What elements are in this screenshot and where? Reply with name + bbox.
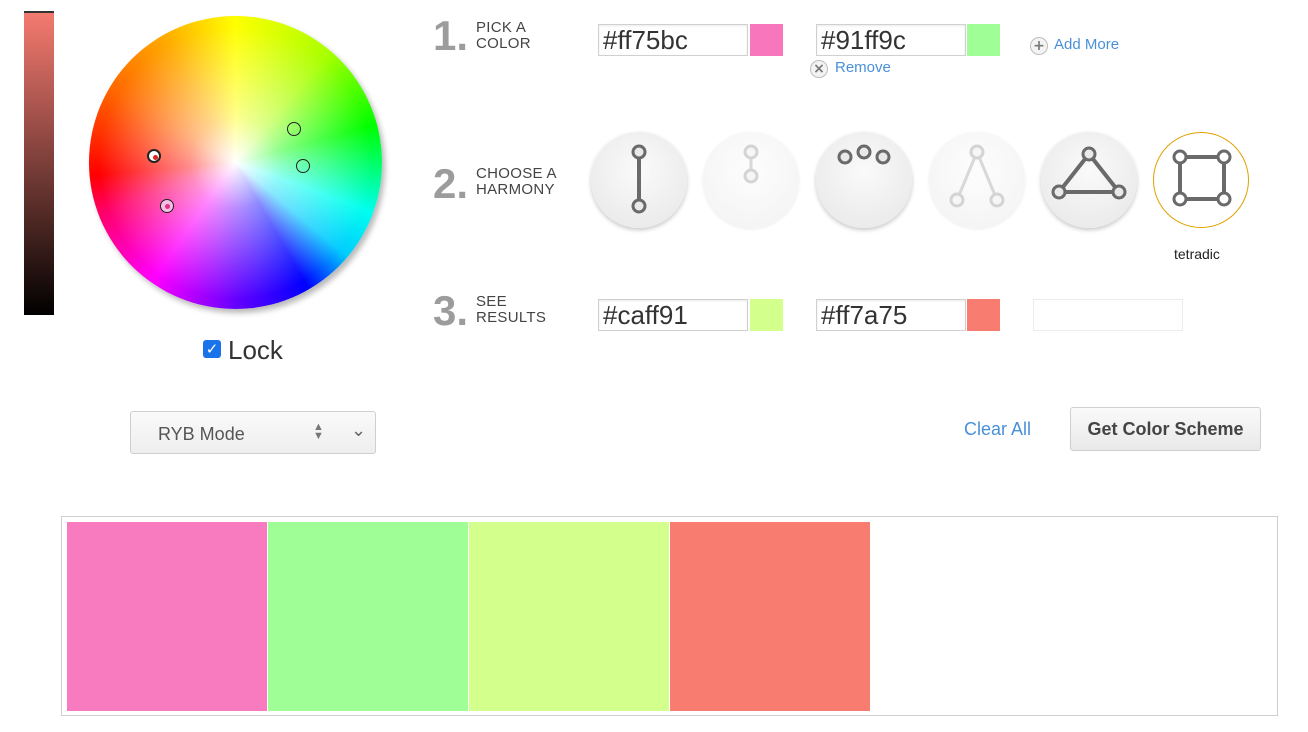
step-3-number: 3.	[433, 287, 469, 334]
triadic-icon	[1051, 146, 1127, 200]
harmony-monochromatic-button[interactable]	[703, 132, 799, 228]
color-marker-pink[interactable]	[160, 199, 174, 213]
palette-swatch[interactable]	[670, 522, 870, 711]
split-complementary-icon	[949, 144, 1005, 208]
harmony-triadic-button[interactable]	[1041, 132, 1137, 228]
close-icon[interactable]: ×	[810, 60, 828, 78]
brightness-handle[interactable]	[24, 11, 54, 13]
color-wheel[interactable]	[89, 16, 382, 309]
clear-all-link[interactable]: Clear All	[964, 419, 1031, 440]
color-1-hex-input[interactable]: #ff75bc	[598, 24, 748, 56]
remove-link[interactable]: Remove	[835, 59, 891, 76]
primary-color-marker[interactable]	[147, 149, 161, 163]
lock-checkbox[interactable]: ✓	[203, 340, 221, 358]
color-1-swatch	[750, 24, 783, 56]
lock-label: Lock	[228, 335, 283, 365]
add-more-link[interactable]: Add More	[1054, 36, 1119, 53]
mode-select-value: RYB Mode	[158, 424, 245, 444]
step-1-label: PICK A COLOR	[476, 19, 531, 52]
step-3-label: SEE RESULTS	[476, 293, 547, 326]
harmony-analogous-button[interactable]	[816, 132, 912, 228]
step-2-label: CHOOSE A HARMONY	[476, 165, 557, 198]
selected-harmony-label: tetradic	[1174, 246, 1220, 262]
color-2-swatch	[967, 24, 1000, 56]
palette-swatch[interactable]	[67, 522, 267, 711]
palette-swatch[interactable]	[469, 522, 669, 711]
result-3-empty-slot	[1033, 299, 1183, 331]
color-marker-green[interactable]	[287, 122, 301, 136]
plus-icon[interactable]: +	[1030, 37, 1048, 55]
brightness-slider[interactable]	[24, 13, 54, 315]
palette-swatch[interactable]	[268, 522, 468, 711]
color-marker-lime[interactable]	[296, 159, 310, 173]
step-2-number: 2.	[433, 160, 469, 207]
get-color-scheme-button[interactable]: Get Color Scheme	[1070, 407, 1261, 451]
mode-select[interactable]: RYB Mode ▲ ▼ ⌄	[130, 411, 376, 454]
harmony-complementary-button[interactable]	[591, 132, 687, 228]
tetradic-icon	[1172, 149, 1232, 207]
harmony-split-complementary-button[interactable]	[929, 132, 1025, 228]
result-1-swatch	[750, 299, 783, 331]
result-2-hex-input[interactable]: #ff7a75	[816, 299, 966, 331]
complementary-icon	[631, 144, 647, 214]
color-palette	[61, 516, 1278, 716]
result-2-swatch	[967, 299, 1000, 331]
step-1-number: 1.	[433, 12, 469, 59]
sort-arrows-icon: ▲ ▼	[313, 421, 324, 442]
analogous-icon	[837, 144, 891, 165]
monochromatic-icon	[743, 144, 759, 184]
chevron-down-icon: ⌄	[351, 420, 367, 441]
harmony-tetradic-button[interactable]	[1153, 132, 1249, 228]
color-2-hex-input[interactable]: #91ff9c	[816, 24, 966, 56]
result-1-hex-input[interactable]: #caff91	[598, 299, 748, 331]
